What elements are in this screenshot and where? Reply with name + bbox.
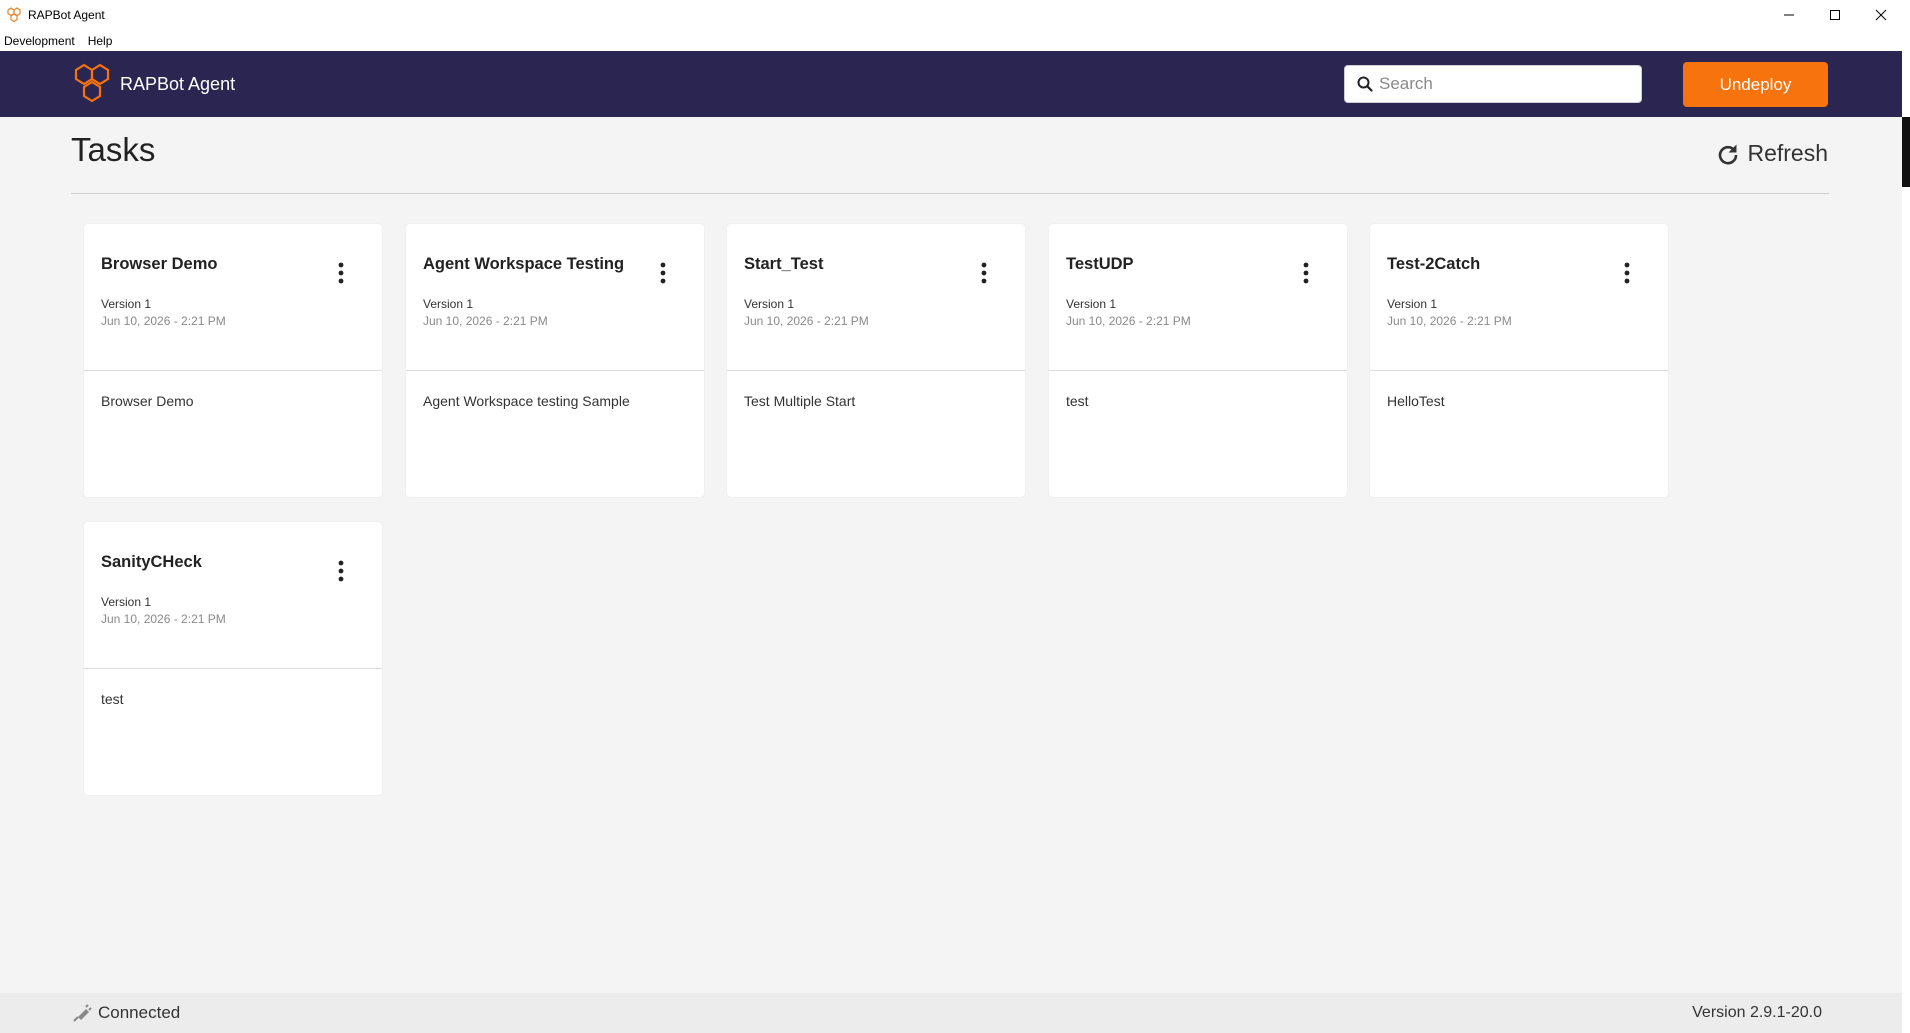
task-card[interactable]: TestUDP Version 1 Jun 10, 2026 - 2:21 PM… [1049,224,1347,497]
card-title: Browser Demo [101,255,218,273]
card-header: Agent Workspace Testing Version 1 Jun 10… [406,224,704,371]
card-version: Version 1 [423,297,474,311]
card-title: Agent Workspace Testing [423,255,625,273]
close-icon [1875,9,1887,21]
brand-name: RAPBot Agent [120,73,236,94]
title-divider [71,193,1829,194]
maximize-button[interactable] [1812,0,1858,30]
search-icon [1357,76,1373,92]
menu-bar: Development Help [0,30,1904,51]
app-header: RAPBot Agent Undeploy [0,51,1902,117]
card-version: Version 1 [101,595,152,609]
card-date: Jun 10, 2026 - 2:21 PM [101,612,226,626]
task-card[interactable]: Agent Workspace Testing Version 1 Jun 10… [406,224,704,497]
connection-label: Connected [98,1003,181,1022]
card-header: TestUDP Version 1 Jun 10, 2026 - 2:21 PM [1049,224,1347,371]
plug-icon [73,1004,92,1022]
card-version: Version 1 [744,297,795,311]
card-title: Start_Test [744,255,824,273]
window-title: RAPBot Agent [28,8,105,22]
version-label: Version 2.9.1-20.0 [1692,1004,1822,1021]
card-description: HelloTest [1387,393,1445,409]
card-description: test [1066,393,1089,409]
task-card[interactable]: Test-2Catch Version 1 Jun 10, 2026 - 2:2… [1370,224,1668,497]
card-version: Version 1 [1066,297,1117,311]
card-date: Jun 10, 2026 - 2:21 PM [101,314,226,328]
card-description: Browser Demo [101,393,194,409]
menu-development[interactable]: Development [4,34,75,48]
app-logo-icon [7,7,21,23]
card-title: Test-2Catch [1387,255,1481,273]
card-title: TestUDP [1066,255,1134,273]
scrollbar-thumb[interactable] [1902,117,1910,187]
scrollbar-track[interactable] [1902,117,1910,1033]
refresh-label: Refresh [1747,140,1828,166]
more-options-icon[interactable] [1624,262,1630,284]
window-titlebar: RAPBot Agent [0,0,1904,30]
card-description: test [101,691,124,707]
card-date: Jun 10, 2026 - 2:21 PM [1387,314,1512,328]
menu-help[interactable]: Help [88,34,113,48]
card-header: Test-2Catch Version 1 Jun 10, 2026 - 2:2… [1370,224,1668,371]
hexagon-logo-icon [74,63,110,103]
card-version: Version 1 [101,297,152,311]
card-date: Jun 10, 2026 - 2:21 PM [744,314,869,328]
search-input[interactable] [1379,74,1629,94]
brand: RAPBot Agent [70,62,235,106]
page-title: Tasks [71,131,156,168]
status-bar: Connected Version 2.9.1-20.0 [0,993,1902,1033]
more-options-icon[interactable] [981,262,987,284]
task-card[interactable]: Start_Test Version 1 Jun 10, 2026 - 2:21… [727,224,1025,497]
undeploy-button[interactable]: Undeploy [1683,62,1828,107]
more-options-icon[interactable] [338,262,344,284]
refresh-icon [1719,144,1738,164]
connection-status: Connected [72,1003,180,1023]
card-description: Test Multiple Start [744,393,856,409]
search-box[interactable] [1344,65,1642,103]
card-date: Jun 10, 2026 - 2:21 PM [423,314,548,328]
window-controls [1766,0,1904,30]
card-header: SanityCHeck Version 1 Jun 10, 2026 - 2:2… [84,522,382,669]
card-title: SanityCHeck [101,553,202,571]
task-card[interactable]: Browser Demo Version 1 Jun 10, 2026 - 2:… [84,224,382,497]
more-options-icon[interactable] [1303,262,1309,284]
minimize-button[interactable] [1766,0,1812,30]
card-date: Jun 10, 2026 - 2:21 PM [1066,314,1191,328]
card-header: Start_Test Version 1 Jun 10, 2026 - 2:21… [727,224,1025,371]
card-version: Version 1 [1387,297,1438,311]
maximize-icon [1830,10,1840,20]
refresh-button[interactable]: Refresh [1717,140,1828,167]
more-options-icon[interactable] [660,262,666,284]
card-header: Browser Demo Version 1 Jun 10, 2026 - 2:… [84,224,382,371]
minimize-icon [1784,14,1794,16]
card-description: Agent Workspace testing Sample [423,393,630,409]
window-edge [1902,0,1910,117]
more-options-icon[interactable] [338,560,344,582]
task-card[interactable]: SanityCHeck Version 1 Jun 10, 2026 - 2:2… [84,522,382,795]
close-button[interactable] [1858,0,1904,30]
